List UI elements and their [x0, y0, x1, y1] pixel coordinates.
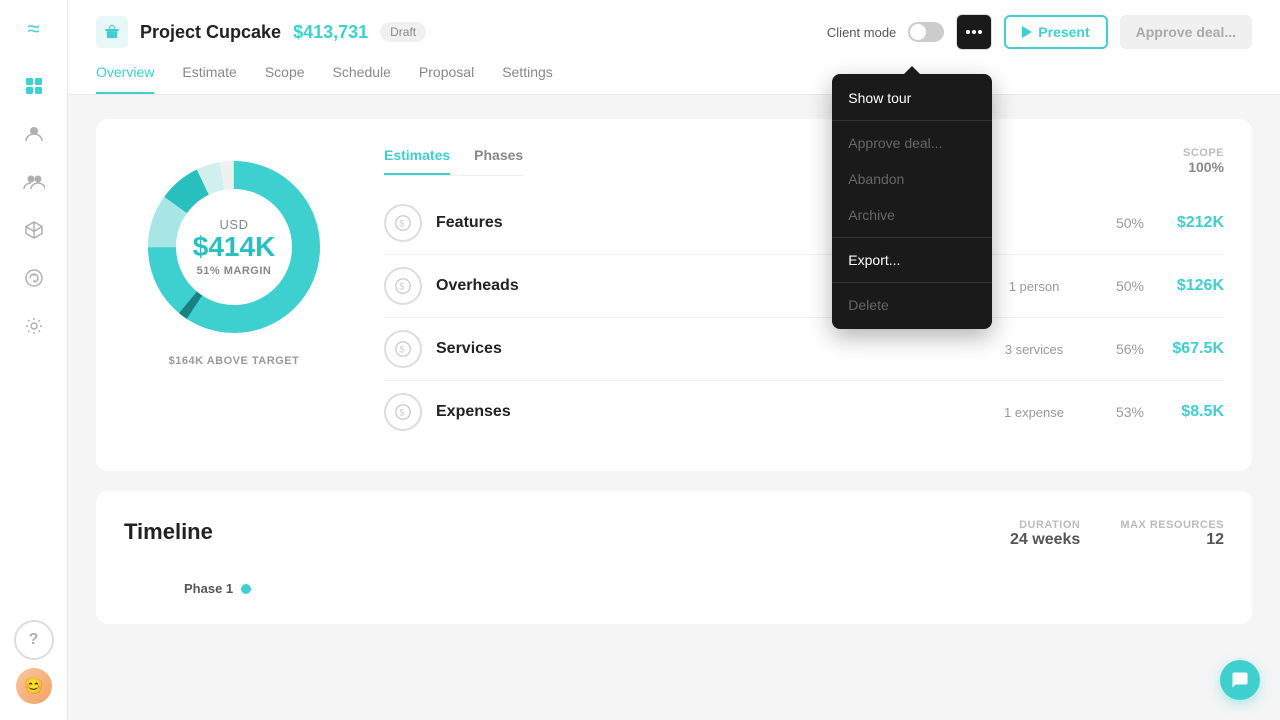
nav-tabs: Overview Estimate Scope Schedule Proposa… [96, 64, 1252, 94]
duration-block: DURATION 24 weeks [1010, 519, 1080, 549]
budget-chart-area: USD $414K 51% MARGIN $164K ABOVE TARGET [124, 147, 344, 367]
overheads-amount: $126K [1144, 277, 1224, 295]
sidebar-icon-brain[interactable] [14, 258, 54, 298]
tab-schedule[interactable]: Schedule [333, 64, 391, 94]
svg-text:$: $ [399, 282, 404, 292]
budget-item-overheads: $ Overheads 1 person 50% $126K [384, 255, 1224, 318]
tab-overview[interactable]: Overview [96, 64, 154, 94]
features-amount: $212K [1144, 214, 1224, 232]
budget-tab-phases[interactable]: Phases [474, 147, 523, 175]
sidebar-icon-box[interactable] [14, 210, 54, 250]
donut-center: USD $414K 51% MARGIN [193, 217, 276, 277]
dots-btn-wrapper: Show tour Approve deal... Abandon Archiv… [956, 14, 992, 50]
tab-estimate[interactable]: Estimate [182, 64, 236, 94]
svg-text:$: $ [399, 219, 404, 229]
expenses-percent: 53% [1084, 404, 1144, 420]
services-icon: $ [384, 330, 422, 368]
sidebar-icon-user[interactable] [14, 114, 54, 154]
scope-column: SCOPE 100% [1154, 147, 1224, 175]
dropdown-delete: Delete [832, 287, 992, 323]
timeline-bar-area: Phase 1 [124, 581, 1224, 596]
donut-amount: $414K [193, 232, 276, 263]
services-detail: 3 services [984, 342, 1084, 357]
header-actions: Client mode Show tour [827, 14, 1252, 50]
timeline-meta: DURATION 24 weeks MAX RESOURCES 12 [1010, 519, 1224, 549]
user-avatar[interactable]: 😊 [16, 668, 52, 704]
header: Project Cupcake $413,731 Draft Client mo… [68, 0, 1280, 95]
project-amount: $413,731 [293, 22, 368, 43]
budget-tab-estimates[interactable]: Estimates [384, 147, 450, 175]
dropdown-export[interactable]: Export... [832, 242, 992, 278]
dropdown-show-tour[interactable]: Show tour [832, 80, 992, 116]
scope-label: SCOPE [1154, 147, 1224, 159]
duration-value: 24 weeks [1010, 531, 1080, 549]
sidebar-icon-settings[interactable] [14, 306, 54, 346]
dropdown-menu: Show tour Approve deal... Abandon Archiv… [832, 74, 992, 329]
expenses-name: Expenses [436, 403, 984, 421]
project-title: Project Cupcake [140, 22, 281, 43]
sidebar-bottom: ? 😊 [14, 620, 54, 704]
budget-right: Estimates Phases SCOPE 100% [384, 147, 1224, 443]
features-icon: $ [384, 204, 422, 242]
sidebar-help[interactable]: ? [14, 620, 54, 660]
budget-item-expenses: $ Expenses 1 expense 53% $8.5K [384, 381, 1224, 443]
sidebar-icon-team[interactable] [14, 162, 54, 202]
dropdown-divider-2 [832, 237, 992, 238]
max-resources-block: MAX RESOURCES 12 [1120, 519, 1224, 549]
budget-item-services: $ Services 3 services 56% $67.5K [384, 318, 1224, 381]
scope-value: 100% [1154, 159, 1224, 175]
phase-1-label: Phase 1 [184, 581, 1224, 596]
timeline-title: Timeline [124, 519, 213, 545]
dropdown-divider-3 [832, 282, 992, 283]
sidebar-icon-apps[interactable] [14, 66, 54, 106]
dropdown-approve-deal: Approve deal... [832, 125, 992, 161]
services-amount: $67.5K [1144, 340, 1224, 358]
overheads-detail: 1 person [984, 279, 1084, 294]
draft-badge: Draft [380, 22, 426, 42]
budget-content: USD $414K 51% MARGIN $164K ABOVE TARGET … [124, 147, 1224, 443]
main-content: Project Cupcake $413,731 Draft Client mo… [68, 0, 1280, 720]
max-resources-label: MAX RESOURCES [1120, 519, 1224, 531]
client-mode-label: Client mode [827, 25, 896, 40]
expenses-icon: $ [384, 393, 422, 431]
main-scroll-area: USD $414K 51% MARGIN $164K ABOVE TARGET … [68, 95, 1280, 720]
phase-1-dot [241, 584, 251, 594]
header-top: Project Cupcake $413,731 Draft Client mo… [96, 0, 1252, 64]
services-percent: 56% [1084, 341, 1144, 357]
tab-scope[interactable]: Scope [265, 64, 305, 94]
above-target-label: $164K ABOVE TARGET [169, 355, 300, 367]
expenses-detail: 1 expense [984, 405, 1084, 420]
client-mode-toggle[interactable] [908, 22, 944, 42]
svg-text:$: $ [399, 408, 404, 418]
svg-text:$: $ [399, 345, 404, 355]
tab-proposal[interactable]: Proposal [419, 64, 474, 94]
overheads-icon: $ [384, 267, 422, 305]
chat-bubble-button[interactable] [1220, 660, 1260, 700]
approve-button: Approve deal... [1120, 15, 1252, 49]
duration-label: DURATION [1010, 519, 1080, 531]
dropdown-abandon: Abandon [832, 161, 992, 197]
donut-currency: USD [193, 217, 276, 232]
budget-tabs: Estimates Phases [384, 147, 523, 176]
more-options-button[interactable] [956, 14, 992, 50]
timeline-header: Timeline DURATION 24 weeks MAX RESOURCES… [124, 519, 1224, 565]
budget-item-features: $ Features 50% $212K [384, 192, 1224, 255]
services-name: Services [436, 340, 984, 358]
sidebar-logo[interactable]: ≈ [27, 16, 39, 42]
dropdown-archive: Archive [832, 197, 992, 233]
dropdown-divider-1 [832, 120, 992, 121]
sidebar: ≈ [0, 0, 68, 720]
timeline-card: Timeline DURATION 24 weeks MAX RESOURCES… [96, 491, 1252, 624]
donut-margin: 51% MARGIN [193, 265, 276, 277]
expenses-amount: $8.5K [1144, 403, 1224, 421]
project-icon [96, 16, 128, 48]
present-button[interactable]: Present [1004, 15, 1107, 49]
overheads-percent: 50% [1084, 278, 1144, 294]
donut-chart: USD $414K 51% MARGIN [134, 147, 334, 347]
budget-card: USD $414K 51% MARGIN $164K ABOVE TARGET … [96, 119, 1252, 471]
budget-items-list: $ Features 50% $212K [384, 192, 1224, 443]
max-resources-value: 12 [1120, 531, 1224, 549]
tab-settings[interactable]: Settings [502, 64, 553, 94]
features-percent: 50% [1084, 215, 1144, 231]
